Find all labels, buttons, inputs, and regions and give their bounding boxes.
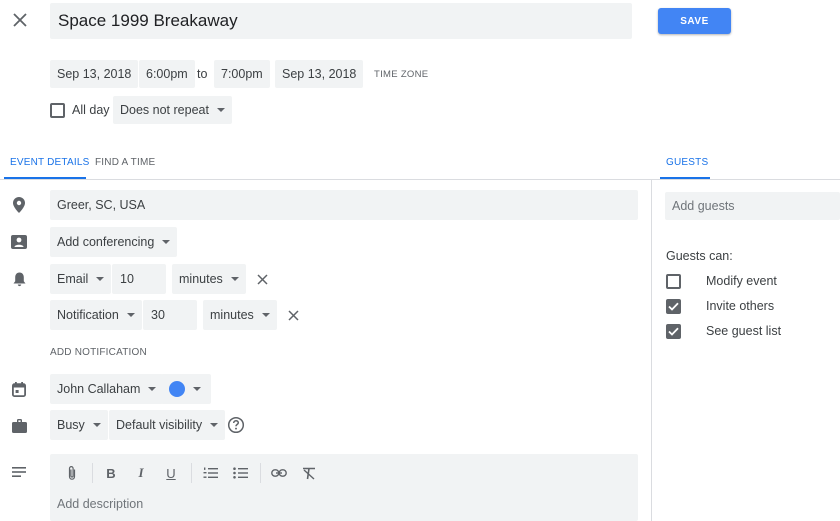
notification-2-value-input[interactable]: 30: [143, 300, 197, 330]
notification-1-unit-select[interactable]: minutes: [172, 264, 246, 294]
close-icon: [256, 273, 268, 285]
remove-notification-2-button[interactable]: [284, 306, 302, 324]
bold-icon[interactable]: B: [99, 461, 123, 485]
dropdown-arrow-icon: [216, 108, 225, 112]
location-pin-icon: [10, 196, 28, 214]
location-value: Greer, SC, USA: [57, 198, 146, 212]
conferencing-label: Add conferencing: [57, 235, 155, 249]
description-lines-icon: [10, 463, 28, 481]
end-time-picker[interactable]: 7:00pm: [214, 60, 270, 88]
availability-value: Busy: [57, 418, 85, 432]
formatting-toolbar: B I U: [50, 454, 327, 492]
italic-icon[interactable]: I: [129, 461, 153, 485]
calendar-select[interactable]: John Callaham: [50, 374, 164, 404]
dropdown-arrow-icon: [92, 423, 101, 427]
all-day-label: All day: [72, 103, 110, 117]
repeat-select[interactable]: Does not repeat: [113, 96, 232, 124]
notification-1-value-input[interactable]: 10: [112, 264, 166, 294]
briefcase-icon: [10, 417, 28, 435]
notification-2-type-select[interactable]: Notification: [50, 300, 142, 330]
calendar-name: John Callaham: [57, 382, 141, 396]
add-guests-placeholder: Add guests: [672, 199, 735, 213]
visibility-select[interactable]: Default visibility: [109, 410, 226, 440]
guests-can-heading: Guests can:: [666, 249, 733, 263]
link-icon[interactable]: [267, 461, 291, 485]
timezone-button[interactable]: TIME ZONE: [374, 69, 428, 80]
conferencing-icon: [10, 233, 28, 251]
toolbar-separator: [260, 463, 261, 483]
availability-select[interactable]: Busy: [50, 410, 108, 440]
tab-event-details[interactable]: EVENT DETAILS: [10, 157, 89, 168]
bell-icon: [10, 270, 28, 288]
see-guest-list-checkbox[interactable]: [666, 324, 681, 339]
modify-event-label: Modify event: [706, 274, 777, 288]
checkmark-icon: [668, 302, 679, 311]
attachment-icon[interactable]: [60, 461, 84, 485]
invite-others-checkbox[interactable]: [666, 299, 681, 314]
bulleted-list-icon[interactable]: [228, 461, 252, 485]
repeat-value: Does not repeat: [120, 103, 209, 117]
location-input[interactable]: Greer, SC, USA: [50, 190, 638, 220]
notification-1-unit: minutes: [179, 272, 223, 286]
tab-find-a-time[interactable]: FIND A TIME: [95, 157, 155, 168]
see-guest-list-label: See guest list: [706, 324, 782, 338]
close-button[interactable]: [8, 8, 32, 32]
panel-divider: [651, 180, 652, 521]
event-color-select[interactable]: [161, 374, 211, 404]
event-title-text: Space 1999 Breakaway: [58, 11, 238, 30]
calendar-icon: [10, 380, 28, 398]
description-editor[interactable]: B I U Add description: [50, 454, 638, 521]
tabs-divider: [0, 179, 840, 180]
add-notification-button[interactable]: ADD NOTIFICATION: [50, 347, 147, 358]
start-time-picker[interactable]: 6:00pm: [139, 60, 195, 88]
event-title-input[interactable]: Space 1999 Breakaway: [50, 3, 632, 39]
dropdown-arrow-icon: [210, 423, 219, 427]
description-placeholder: Add description: [57, 497, 144, 511]
all-day-checkbox[interactable]: [50, 103, 65, 118]
visibility-value: Default visibility: [116, 418, 203, 432]
tab-guests[interactable]: GUESTS: [666, 157, 708, 168]
invite-others-label: Invite others: [706, 299, 775, 313]
event-color-swatch: [169, 381, 185, 397]
notification-2-value: 30: [151, 308, 165, 322]
dropdown-arrow-icon: [96, 277, 105, 281]
dropdown-arrow-icon: [230, 277, 239, 281]
add-conferencing-select[interactable]: Add conferencing: [50, 227, 178, 257]
notification-2-type: Notification: [57, 308, 119, 322]
end-date-picker[interactable]: Sep 13, 2018: [275, 60, 364, 88]
start-date-picker[interactable]: Sep 13, 2018: [50, 60, 139, 88]
add-guests-input[interactable]: Add guests: [665, 192, 840, 220]
notification-2-unit-select[interactable]: minutes: [203, 300, 277, 330]
numbered-list-icon[interactable]: [198, 461, 222, 485]
clear-formatting-icon[interactable]: [297, 461, 321, 485]
toolbar-separator: [92, 463, 93, 483]
to-label: to: [197, 67, 208, 81]
help-icon[interactable]: [227, 416, 245, 434]
notification-1-type: Email: [57, 272, 89, 286]
dropdown-arrow-icon: [261, 313, 270, 317]
close-icon: [287, 309, 299, 321]
dropdown-arrow-icon: [193, 387, 201, 391]
close-icon: [13, 13, 27, 27]
remove-notification-1-button[interactable]: [253, 270, 271, 288]
notification-1-type-select[interactable]: Email: [50, 264, 112, 294]
notification-2-unit: minutes: [210, 308, 254, 322]
save-button[interactable]: SAVE: [658, 8, 731, 34]
checkmark-icon: [668, 327, 679, 336]
dropdown-arrow-icon: [162, 240, 171, 244]
dropdown-arrow-icon: [126, 313, 135, 317]
underline-icon[interactable]: U: [159, 461, 183, 485]
dropdown-arrow-icon: [148, 387, 157, 391]
notification-1-value: 10: [120, 272, 134, 286]
modify-event-checkbox[interactable]: [666, 274, 681, 289]
toolbar-separator: [191, 463, 192, 483]
